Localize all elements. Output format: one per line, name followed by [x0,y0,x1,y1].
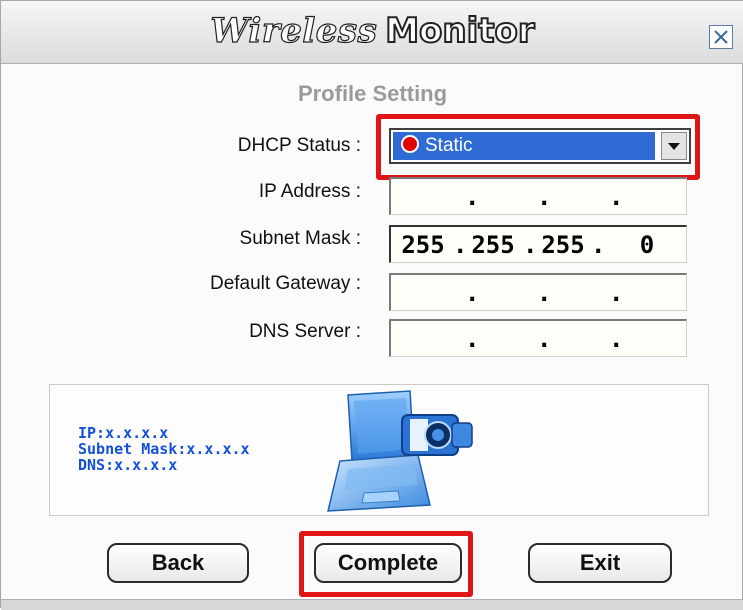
wireless-monitor-window: Wireless Monitor Profile Setting DHCP Sta… [0,0,743,610]
complete-highlight-box [299,531,473,597]
dns-server-field[interactable]: . . . [389,319,687,357]
laptop-camera-icon [327,390,473,512]
default-gateway-label: Default Gateway : [209,273,361,294]
ip-address-field[interactable]: . . . [389,177,687,215]
info-line-ip: IP:x.x.x.x [78,424,169,442]
gateway-dot-separator: . [537,279,552,307]
mask-dot-separator: . [523,231,538,259]
ip-dot-separator: . [465,183,480,211]
close-icon [714,30,728,44]
mask-octet-4[interactable]: 0 [625,231,669,259]
info-text: IP:x.x.x.x Subnet Mask:x.x.x.x DNS:x.x.x… [78,425,250,473]
page-subtitle: Profile Setting [297,81,448,106]
subnet-mask-label: Subnet Mask : [239,228,361,249]
close-button[interactable] [709,25,733,49]
info-panel: IP:x.x.x.x Subnet Mask:x.x.x.x DNS:x.x.x… [49,384,709,516]
mask-dot-separator: . [453,231,468,259]
dhcp-highlight-box [376,114,700,180]
ip-address-label: IP Address : [258,181,361,202]
exit-button[interactable]: Exit [528,543,672,583]
back-button[interactable]: Back [107,543,249,583]
dns-dot-separator: . [609,325,624,353]
title-brand: Wireless [210,10,378,51]
ip-dot-separator: . [609,183,624,211]
mask-octet-2[interactable]: 255 [471,231,515,259]
dns-dot-separator: . [537,325,552,353]
title-bar: Wireless Monitor [1,1,743,64]
subnet-mask-field[interactable]: 255 . 255 . 255 . 0 [389,225,687,263]
ip-dot-separator: . [537,183,552,211]
dhcp-status-label: DHCP Status : [237,135,361,156]
title-word: Monitor [384,10,535,52]
window-title: Wireless Monitor [1,9,743,53]
mask-octet-3[interactable]: 255 [541,231,585,259]
gateway-dot-separator: . [609,279,624,307]
info-line-dns: DNS:x.x.x.x [78,456,178,474]
gateway-dot-separator: . [465,279,480,307]
default-gateway-field[interactable]: . . . [389,273,687,311]
dns-dot-separator: . [465,325,480,353]
mask-octet-1[interactable]: 255 [401,231,445,259]
window-bottom-border [1,599,743,610]
info-line-subnet: Subnet Mask:x.x.x.x [78,440,250,458]
dns-server-label: DNS Server : [249,321,361,342]
mask-dot-separator: . [591,231,606,259]
